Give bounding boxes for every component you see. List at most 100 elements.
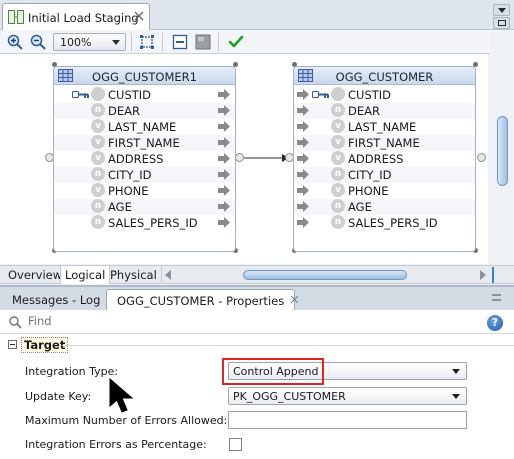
column-name: LAST_NAME [348, 120, 417, 134]
column-row[interactable]: n SALES_PERS_ID [54, 215, 235, 231]
panel-tab-bar: Messages - Log OGG_CUSTOMER - Properties [0, 285, 514, 311]
collapse-toggle[interactable] [8, 340, 17, 349]
column-row[interactable]: v LAST_NAME [54, 119, 235, 135]
tab-logical[interactable]: Logical [60, 266, 111, 284]
restore-icon [498, 20, 506, 26]
mouse-cursor-icon [109, 378, 134, 413]
select-icon [172, 34, 188, 50]
zoom-in-icon [7, 34, 23, 50]
arrow-right-icon [297, 169, 309, 180]
chevron-down-icon [112, 40, 120, 45]
chevron-left-icon[interactable] [165, 270, 171, 280]
tab-overview[interactable]: Overview [4, 266, 68, 284]
column-name: LAST_NAME [108, 120, 177, 134]
tab-list-button[interactable] [493, 4, 510, 16]
column-row[interactable]: n AGE [54, 199, 235, 215]
arrow-right-icon [297, 121, 309, 132]
column-row[interactable]: n DEAR [54, 103, 235, 119]
column-row[interactable]: n CITY_ID [294, 167, 475, 183]
zoom-in-button[interactable] [5, 32, 25, 52]
diagram-canvas[interactable]: OGG_CUSTOMER1 CUSTID n DEAR v LAST_NAME v FIRS… [0, 54, 488, 264]
column-row[interactable]: v FIRST_NAME [54, 135, 235, 151]
vertical-scroll-thumb[interactable] [497, 116, 508, 186]
column-row[interactable]: v PHONE [54, 183, 235, 199]
find-input[interactable] [28, 314, 328, 328]
zoom-out-button[interactable] [28, 32, 48, 52]
target-entity[interactable]: OGG_CUSTOMER CUSTID n DEAR v LAST_NAME v FIRST… [293, 66, 476, 252]
arrow-right-icon [297, 201, 309, 212]
arrow-right-icon [218, 169, 230, 180]
datatype-icon: n [331, 215, 345, 229]
datatype-icon: n [91, 167, 105, 181]
errors-percentage-checkbox[interactable] [229, 438, 242, 451]
tab-physical[interactable]: Physical [106, 266, 162, 284]
datatype-icon [331, 87, 345, 101]
arrow-right-icon [218, 185, 230, 196]
datatype-icon: n [91, 103, 105, 117]
validate-button[interactable] [226, 32, 246, 52]
column-name: CUSTID [348, 88, 392, 102]
select-button[interactable] [170, 32, 190, 52]
close-icon[interactable] [133, 10, 145, 22]
datatype-icon: n [331, 199, 345, 213]
arrow-right-icon [218, 121, 230, 132]
chevron-down-icon [498, 8, 506, 13]
menu-icon[interactable] [492, 299, 501, 301]
arrow-right-icon [297, 137, 309, 148]
output-port[interactable] [235, 153, 244, 162]
column-row[interactable]: n AGE [294, 199, 475, 215]
arrow-right-icon [218, 89, 230, 100]
chevron-right-icon[interactable] [480, 270, 486, 280]
arrow-right-icon [297, 89, 309, 100]
column-name: CITY_ID [108, 168, 152, 182]
close-icon[interactable] [290, 295, 299, 304]
minimize-icon[interactable] [492, 294, 501, 296]
zoom-select[interactable]: 100% [53, 33, 126, 51]
output-port[interactable] [477, 153, 486, 162]
update-key-label: Update Key: [25, 390, 92, 403]
editor-tab[interactable]: Initial Load Staging [2, 3, 150, 30]
column-name: FIRST_NAME [348, 136, 420, 150]
toolbar-divider [218, 33, 219, 51]
horizontal-scroll-thumb[interactable] [243, 270, 407, 280]
column-name: AGE [108, 200, 132, 214]
layout-button[interactable] [193, 32, 213, 52]
column-row[interactable]: n DEAR [294, 103, 475, 119]
column-row[interactable]: v LAST_NAME [294, 119, 475, 135]
integration-type-label: Integration Type: [25, 365, 119, 378]
toolbar-divider [131, 33, 132, 51]
datatype-icon: v [91, 183, 105, 197]
maximize-button[interactable] [493, 17, 510, 29]
column-name: SALES_PERS_ID [108, 216, 198, 230]
update-key-select[interactable]: PK_OGG_CUSTOMER [228, 387, 467, 405]
column-row[interactable]: v ADDRESS [294, 151, 475, 167]
diagram-view-tabs: Overview Logical Physical [0, 265, 514, 284]
diagram-toolbar: 100% [0, 30, 514, 54]
tab-properties[interactable]: OGG_CUSTOMER - Properties [106, 289, 296, 311]
column-name: DEAR [108, 104, 140, 118]
column-row[interactable]: n SALES_PERS_ID [294, 215, 475, 231]
column-row[interactable]: n CITY_ID [54, 167, 235, 183]
source-entity[interactable]: OGG_CUSTOMER1 CUSTID n DEAR v LAST_NAME v FIRS… [53, 66, 236, 252]
tab-messages-log[interactable]: Messages - Log [2, 289, 110, 311]
arrow-right-icon [297, 217, 309, 228]
fit-to-window-button[interactable] [137, 32, 157, 52]
column-row[interactable]: v PHONE [294, 183, 475, 199]
column-name: PHONE [348, 184, 389, 198]
column-row[interactable]: v FIRST_NAME [294, 135, 475, 151]
arrow-right-icon [297, 185, 309, 196]
key-icon [312, 91, 329, 98]
arrow-right-icon [297, 153, 309, 164]
column-name: AGE [348, 200, 372, 214]
highlight-annotation [222, 358, 324, 385]
max-errors-input[interactable] [228, 411, 467, 429]
minus-icon [10, 344, 15, 345]
help-button[interactable]: ? [487, 315, 503, 331]
column-row[interactable]: CUSTID [294, 87, 475, 103]
chevron-down-icon [452, 394, 460, 399]
column-name: ADDRESS [348, 152, 404, 166]
column-row[interactable]: CUSTID [54, 87, 235, 103]
mapping-icon [8, 10, 24, 24]
column-row[interactable]: v ADDRESS [54, 151, 235, 167]
datatype-icon: v [331, 135, 345, 149]
